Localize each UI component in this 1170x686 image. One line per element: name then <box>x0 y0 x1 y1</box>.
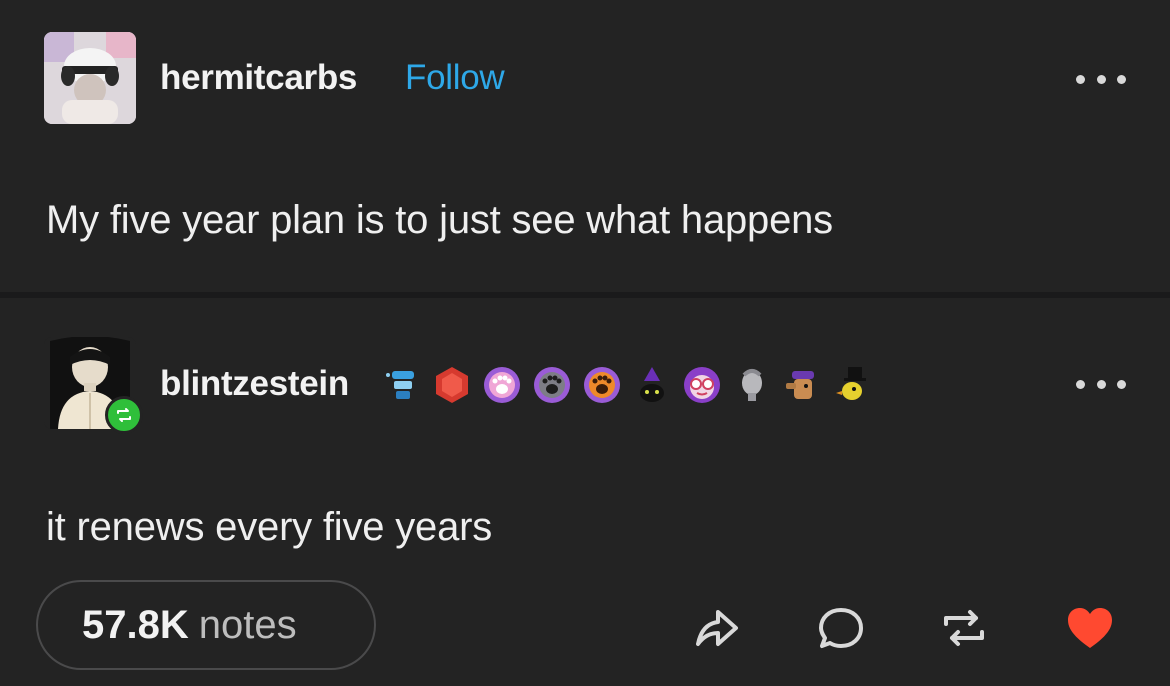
reblogger-username[interactable]: blintzestein <box>160 364 349 404</box>
like-heart-icon[interactable] <box>1064 602 1116 654</box>
witch-cat-badge-icon[interactable] <box>632 365 672 405</box>
badge-row <box>382 360 872 410</box>
notes-count: 57.8K <box>82 602 189 647</box>
reblog-icon[interactable] <box>938 602 990 654</box>
pink-paw-badge-icon[interactable] <box>482 365 522 405</box>
follow-button[interactable]: Follow <box>405 58 505 98</box>
post-text: My five year plan is to just see what ha… <box>46 198 833 242</box>
hermitcarbs-avatar[interactable] <box>44 32 136 124</box>
reply-icon[interactable] <box>815 602 867 654</box>
sunglasses-face-badge-icon[interactable] <box>682 365 722 405</box>
more-options-icon[interactable] <box>1076 377 1126 391</box>
reblog-text: it renews every five years <box>46 505 493 549</box>
snowglobe-badge-icon[interactable] <box>382 365 422 405</box>
notes-label: notes <box>198 602 297 647</box>
grey-paw-badge-icon[interactable] <box>532 365 572 405</box>
original-post: hermitcarbs Follow My five year plan is … <box>0 0 1170 292</box>
cowboy-dog-badge-icon[interactable] <box>782 365 822 405</box>
reblog-indicator-icon <box>105 396 143 434</box>
statue-head-badge-icon[interactable] <box>732 365 772 405</box>
share-icon[interactable] <box>690 602 742 654</box>
d20-badge-icon[interactable] <box>432 365 472 405</box>
avatar-image-icon <box>44 32 136 124</box>
post-username[interactable]: hermitcarbs <box>160 58 357 98</box>
notes-button[interactable]: 57.8K notes <box>36 580 376 670</box>
top-hat-duck-badge-icon[interactable] <box>832 365 872 405</box>
orange-paw-badge-icon[interactable] <box>582 365 622 405</box>
more-options-icon[interactable] <box>1076 72 1126 86</box>
